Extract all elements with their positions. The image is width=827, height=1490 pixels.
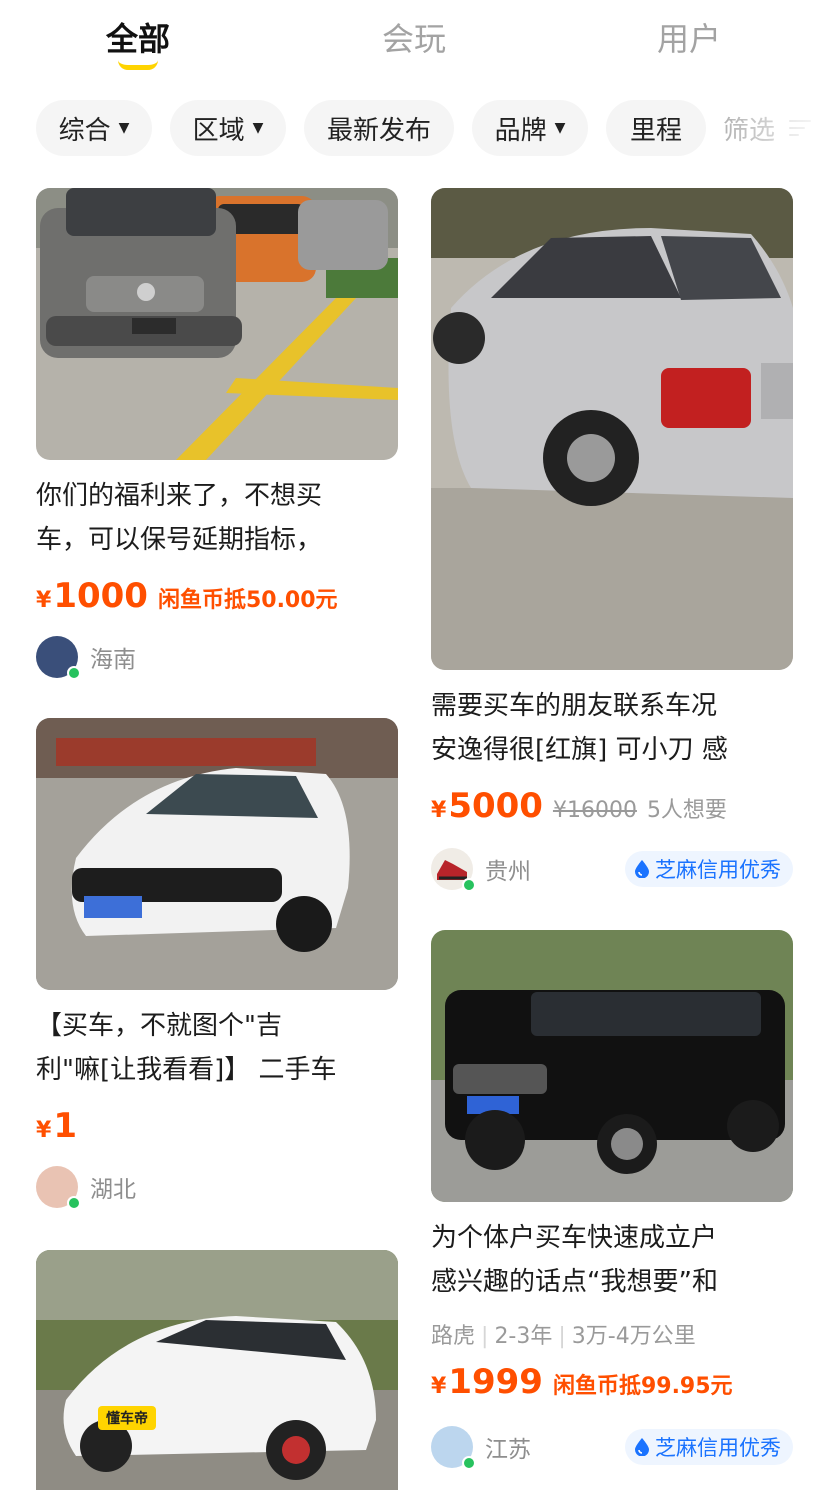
wants-count: 5人想要	[646, 798, 727, 823]
dongchedi-sticker: 懂车帝	[98, 1406, 156, 1430]
online-status-dot	[67, 1196, 81, 1210]
currency-symbol: ¥	[36, 1118, 52, 1143]
online-status-dot	[462, 878, 476, 892]
listing-title-line: 需要买车的朋友联系车况	[431, 691, 718, 721]
filter-region[interactable]: 区域 ▼	[170, 100, 286, 156]
price-row: ¥ 1000 闲鱼币抵50.00元	[36, 576, 338, 616]
price-row: ¥ 1999 闲鱼币抵99.95元	[431, 1362, 733, 1402]
listing-photo-tesla[interactable]: 懂车帝	[36, 1250, 398, 1490]
filter-brand[interactable]: 品牌 ▼	[472, 100, 588, 156]
listing-title-line: 为个体户买车快速成立户	[431, 1223, 718, 1253]
tag-age: 2-3年	[494, 1324, 553, 1349]
credit-badge-label: 芝麻信用优秀	[655, 1436, 781, 1460]
avatar[interactable]	[36, 636, 81, 680]
filter-newest[interactable]: 最新发布	[304, 100, 454, 156]
seller-row: 湖北	[36, 1166, 398, 1210]
seller-region: 贵州	[485, 859, 531, 885]
listing-title-line: 感兴趣的话点“我想要”和	[431, 1267, 718, 1297]
listing-price: 1000	[53, 576, 148, 616]
filter-mileage-label: 里程	[629, 115, 682, 146]
caret-down-icon: ▼	[252, 120, 264, 136]
caret-down-icon: ▼	[554, 120, 566, 136]
listing-title-line: 车，可以保号延期指标，	[36, 525, 323, 555]
listing-card[interactable]: 为个体户买车快速成立户 感兴趣的话点“我想要”和 路虎 | 2-3年 | 3万-4万公里…	[431, 930, 793, 1470]
currency-symbol: ¥	[36, 588, 52, 613]
online-status-dot	[67, 666, 81, 680]
listing-photo-geely[interactable]	[36, 718, 398, 990]
filter-bar-fade	[707, 100, 827, 156]
avatar[interactable]	[431, 848, 476, 892]
car-photo-image	[36, 718, 398, 990]
seller-row: 海南	[36, 636, 398, 680]
active-tab-indicator	[118, 60, 158, 70]
car-photo-image	[36, 188, 398, 460]
coin-offset: 闲鱼币抵50.00元	[157, 588, 338, 613]
credit-badge-label: 芝麻信用优秀	[655, 858, 781, 882]
filter-region-label: 区域	[192, 115, 245, 146]
tag-mileage: 3万-4万公里	[571, 1324, 696, 1349]
car-photo-image	[36, 1250, 398, 1490]
filter-brand-label: 品牌	[494, 115, 547, 146]
seller-region: 江苏	[485, 1437, 531, 1463]
listing-tags: 路虎 | 2-3年 | 3万-4万公里	[431, 1318, 696, 1350]
tab-play[interactable]: 会玩	[382, 14, 446, 60]
credit-badge: 芝麻信用优秀	[625, 1429, 793, 1465]
listing-price: 1	[53, 1106, 77, 1146]
listing-photo-changan[interactable]	[36, 188, 398, 460]
listing-card[interactable]: 【买车，不就图个"吉 利"嘛[让我看看]】 二手车 ¥ 1 湖北	[36, 718, 398, 1218]
online-status-dot	[462, 1456, 476, 1470]
credit-badge: 芝麻信用优秀	[625, 851, 793, 887]
tag-brand: 路虎	[431, 1324, 476, 1349]
filter-sort-label: 综合	[58, 115, 111, 146]
price-row: ¥ 1	[36, 1106, 77, 1146]
seller-region: 海南	[90, 647, 136, 673]
avatar[interactable]	[36, 1166, 81, 1210]
tag-separator: |	[558, 1324, 566, 1349]
filter-newest-label: 最新发布	[326, 115, 431, 146]
original-price: ¥16000	[552, 798, 637, 823]
seller-row: 贵州 芝麻信用优秀	[431, 848, 793, 892]
coin-offset: 闲鱼币抵99.95元	[552, 1374, 733, 1399]
tab-all[interactable]: 全部	[106, 14, 170, 60]
tag-separator: |	[481, 1324, 489, 1349]
filter-mileage[interactable]: 里程	[606, 100, 706, 156]
listing-photo-peugeot[interactable]	[431, 188, 793, 670]
listing-title-line: 利"嘛[让我看看]】 二手车	[36, 1055, 337, 1085]
car-photo-image	[431, 930, 793, 1202]
price-row: ¥ 5000 ¥16000 5人想要	[431, 786, 727, 826]
currency-symbol: ¥	[431, 1374, 447, 1399]
listing-card[interactable]: 需要买车的朋友联系车况 安逸得很[红旗] 可小刀 感 ¥ 5000 ¥16000…	[431, 188, 793, 892]
listing-card[interactable]: 懂车帝	[36, 1250, 398, 1490]
seller-region: 湖北	[90, 1177, 136, 1203]
car-photo-image	[431, 188, 793, 670]
listing-title-line: 【买车，不就图个"吉	[36, 1011, 282, 1041]
caret-down-icon: ▼	[118, 120, 130, 136]
filter-sort[interactable]: 综合 ▼	[36, 100, 152, 156]
filter-bar: 综合 ▼ 区域 ▼ 最新发布 品牌 ▼ 里程 筛选	[0, 100, 827, 156]
top-tab-bar: 全部 会玩 用户	[0, 0, 827, 92]
listing-price: 5000	[448, 786, 543, 826]
listing-title-line: 你们的福利来了，不想买	[36, 481, 323, 511]
droplet-icon	[635, 860, 649, 878]
seller-row: 江苏 芝麻信用优秀	[431, 1426, 793, 1470]
listing-card[interactable]: 你们的福利来了，不想买 车，可以保号延期指标， ¥ 1000 闲鱼币抵50.00…	[36, 188, 398, 688]
avatar[interactable]	[431, 1426, 476, 1470]
listing-photo-range-rover[interactable]	[431, 930, 793, 1202]
currency-symbol: ¥	[431, 798, 447, 823]
tab-users[interactable]: 用户	[657, 14, 721, 60]
listing-title-line: 安逸得很[红旗] 可小刀 感	[431, 735, 728, 765]
droplet-icon	[635, 1438, 649, 1456]
listing-price: 1999	[448, 1362, 543, 1402]
